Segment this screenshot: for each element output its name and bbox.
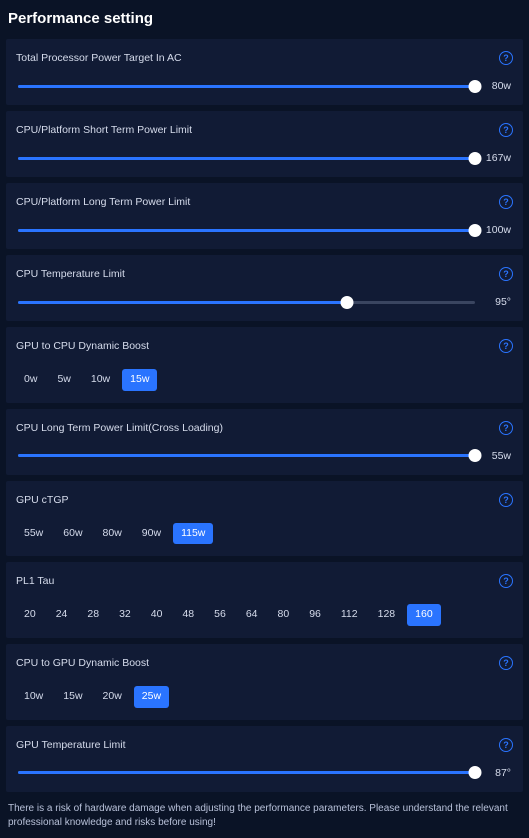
option-row: 0w5w10w15w bbox=[16, 367, 513, 391]
option-button[interactable]: 55w bbox=[16, 523, 51, 545]
option-button[interactable]: 40 bbox=[143, 604, 171, 626]
help-icon[interactable]: ? bbox=[499, 195, 513, 209]
setting-label: CPU/Platform Short Term Power Limit bbox=[16, 124, 192, 136]
option-button[interactable]: 15w bbox=[55, 686, 90, 708]
help-icon[interactable]: ? bbox=[499, 421, 513, 435]
option-button[interactable]: 56 bbox=[206, 604, 234, 626]
setting-label: CPU Temperature Limit bbox=[16, 268, 125, 280]
option-button[interactable]: 10w bbox=[83, 369, 118, 391]
option-button[interactable]: 90w bbox=[134, 523, 169, 545]
power-slider[interactable] bbox=[18, 223, 475, 237]
option-button[interactable]: 20w bbox=[95, 686, 130, 708]
setting-label: CPU to GPU Dynamic Boost bbox=[16, 657, 149, 669]
setting-card-ac-power-target: Total Processor Power Target In AC ? 80w bbox=[6, 39, 523, 105]
slider-fill bbox=[18, 771, 475, 774]
slider-value: 95° bbox=[483, 296, 511, 308]
option-button[interactable]: 112 bbox=[333, 604, 366, 626]
help-icon[interactable]: ? bbox=[499, 493, 513, 507]
setting-label: GPU to CPU Dynamic Boost bbox=[16, 340, 149, 352]
help-icon[interactable]: ? bbox=[499, 738, 513, 752]
setting-label: Total Processor Power Target In AC bbox=[16, 52, 182, 64]
slider-thumb[interactable] bbox=[469, 449, 482, 462]
option-button[interactable]: 0w bbox=[16, 369, 45, 391]
slider-value: 55w bbox=[483, 450, 511, 462]
help-icon[interactable]: ? bbox=[499, 123, 513, 137]
option-button[interactable]: 80w bbox=[95, 523, 130, 545]
option-button[interactable]: 115w bbox=[173, 523, 213, 545]
setting-label: CPU Long Term Power Limit(Cross Loading) bbox=[16, 422, 223, 434]
option-button[interactable]: 60w bbox=[55, 523, 90, 545]
slider-value: 167w bbox=[483, 152, 511, 164]
option-row: 55w60w80w90w115w bbox=[16, 521, 513, 545]
help-icon[interactable]: ? bbox=[499, 267, 513, 281]
setting-label: GPU cTGP bbox=[16, 494, 69, 506]
setting-label: GPU Temperature Limit bbox=[16, 739, 126, 751]
option-button[interactable]: 20 bbox=[16, 604, 44, 626]
power-slider[interactable] bbox=[18, 449, 475, 463]
slider-fill bbox=[18, 301, 347, 304]
option-button[interactable]: 64 bbox=[238, 604, 266, 626]
setting-card-gpu-temp-limit: GPU Temperature Limit ? 87° bbox=[6, 726, 523, 792]
setting-label: CPU/Platform Long Term Power Limit bbox=[16, 196, 190, 208]
option-button[interactable]: 80 bbox=[270, 604, 298, 626]
warning-text: There is a risk of hardware damage when … bbox=[4, 798, 525, 832]
help-icon[interactable]: ? bbox=[499, 656, 513, 670]
setting-card-gpu-ctgp: GPU cTGP ? 55w60w80w90w115w bbox=[6, 481, 523, 557]
option-button[interactable]: 96 bbox=[301, 604, 329, 626]
setting-label: PL1 Tau bbox=[16, 575, 54, 587]
option-row: 10w15w20w25w bbox=[16, 684, 513, 708]
temp-slider[interactable] bbox=[18, 766, 475, 780]
slider-thumb[interactable] bbox=[469, 80, 482, 93]
slider-thumb[interactable] bbox=[469, 766, 482, 779]
option-button[interactable]: 48 bbox=[174, 604, 202, 626]
help-icon[interactable]: ? bbox=[499, 574, 513, 588]
option-button[interactable]: 15w bbox=[122, 369, 157, 391]
option-button[interactable]: 32 bbox=[111, 604, 139, 626]
help-icon[interactable]: ? bbox=[499, 339, 513, 353]
setting-card-cpu-temp-limit: CPU Temperature Limit ? 95° bbox=[6, 255, 523, 321]
setting-card-long-term-limit: CPU/Platform Long Term Power Limit ? 100… bbox=[6, 183, 523, 249]
slider-thumb[interactable] bbox=[469, 152, 482, 165]
help-icon[interactable]: ? bbox=[499, 51, 513, 65]
slider-value: 87° bbox=[483, 767, 511, 779]
setting-card-pl1-tau: PL1 Tau ? 20242832404856648096112128160 bbox=[6, 562, 523, 638]
page-title: Performance setting bbox=[4, 6, 525, 35]
slider-value: 80w bbox=[483, 80, 511, 92]
slider-value: 100w bbox=[483, 224, 511, 236]
slider-thumb[interactable] bbox=[469, 224, 482, 237]
slider-fill bbox=[18, 454, 475, 457]
option-button[interactable]: 128 bbox=[370, 604, 404, 626]
temp-slider[interactable] bbox=[18, 295, 475, 309]
option-button[interactable]: 5w bbox=[49, 369, 78, 391]
setting-card-gpu-to-cpu-boost: GPU to CPU Dynamic Boost ? 0w5w10w15w bbox=[6, 327, 523, 403]
option-button[interactable]: 160 bbox=[407, 604, 441, 626]
power-slider[interactable] bbox=[18, 151, 475, 165]
slider-fill bbox=[18, 229, 475, 232]
option-row: 20242832404856648096112128160 bbox=[16, 602, 513, 626]
option-button[interactable]: 28 bbox=[79, 604, 107, 626]
slider-thumb[interactable] bbox=[341, 296, 354, 309]
option-button[interactable]: 25w bbox=[134, 686, 169, 708]
setting-card-cpu-to-gpu-boost: CPU to GPU Dynamic Boost ? 10w15w20w25w bbox=[6, 644, 523, 720]
option-button[interactable]: 10w bbox=[16, 686, 51, 708]
power-slider[interactable] bbox=[18, 79, 475, 93]
setting-card-cross-loading: CPU Long Term Power Limit(Cross Loading)… bbox=[6, 409, 523, 475]
slider-fill bbox=[18, 85, 475, 88]
setting-card-short-term-limit: CPU/Platform Short Term Power Limit ? 16… bbox=[6, 111, 523, 177]
slider-fill bbox=[18, 157, 475, 160]
option-button[interactable]: 24 bbox=[48, 604, 76, 626]
